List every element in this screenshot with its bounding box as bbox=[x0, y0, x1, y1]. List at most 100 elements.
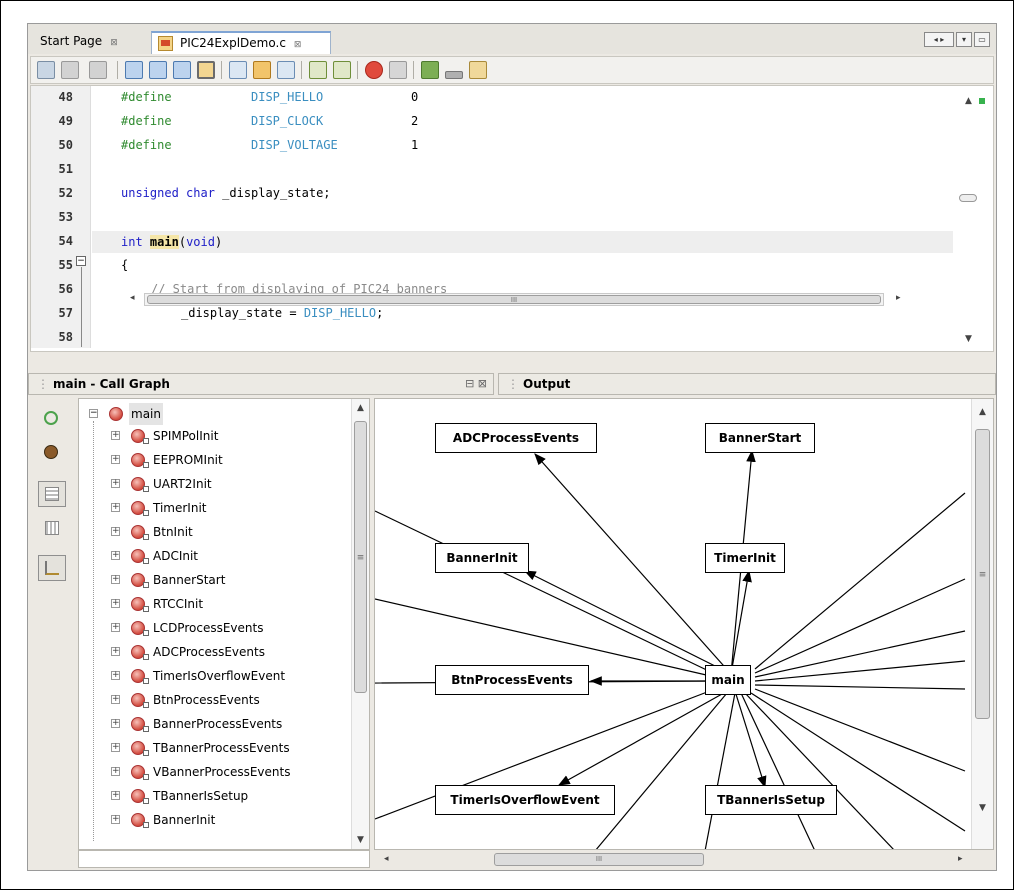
find-selection-icon[interactable] bbox=[125, 61, 143, 79]
graph-node-bannerinit[interactable]: BannerInit bbox=[435, 543, 529, 573]
line-number: 48 bbox=[58, 90, 73, 104]
scroll-down-icon[interactable]: ▼ bbox=[965, 334, 972, 344]
line-number: 58 bbox=[58, 330, 73, 344]
scroll-thumb[interactable]: III bbox=[147, 295, 881, 304]
code-line-57: _display_state = DISP_HELLO; bbox=[181, 306, 384, 320]
callees-view-icon[interactable] bbox=[38, 515, 66, 541]
start-macro-recording-icon[interactable] bbox=[365, 61, 383, 79]
line-number: 53 bbox=[58, 210, 73, 224]
graph-node-timerinit[interactable]: TimerInit bbox=[705, 543, 785, 573]
expand-icon[interactable]: + bbox=[111, 695, 120, 704]
scroll-left-icon[interactable]: ◂ bbox=[384, 854, 389, 864]
expand-icon[interactable]: + bbox=[111, 743, 120, 752]
build-icon[interactable] bbox=[421, 61, 439, 79]
scroll-down-icon[interactable]: ▼ bbox=[979, 803, 986, 813]
scroll-up-icon[interactable]: ▲ bbox=[357, 403, 364, 413]
tree-horizontal-scrollbar[interactable] bbox=[78, 850, 370, 868]
expand-icon[interactable]: + bbox=[111, 599, 120, 608]
editor-toolbar bbox=[30, 56, 994, 84]
scroll-thumb[interactable]: III bbox=[494, 853, 704, 866]
graph-node-adcprocessevents[interactable]: ADCProcessEvents bbox=[435, 423, 597, 453]
find-next-icon[interactable] bbox=[173, 61, 191, 79]
ide-window: Start Page ⊠ PIC24ExplDemo.c ⊠ ◂ ▸ ▾ ▭ 4… bbox=[27, 23, 997, 871]
shift-right-icon[interactable] bbox=[333, 61, 351, 79]
close-icon[interactable]: ⊠ bbox=[294, 40, 302, 50]
tab-label: PIC24ExplDemo.c bbox=[180, 36, 286, 50]
tab-pic24expldemo[interactable]: PIC24ExplDemo.c ⊠ bbox=[151, 31, 331, 54]
editor-vertical-scrollbar[interactable]: ▲ ▼ bbox=[953, 86, 993, 348]
fold-line bbox=[81, 267, 82, 347]
expand-icon[interactable]: + bbox=[111, 767, 120, 776]
tree-vertical-scrollbar[interactable]: ▲ ≡ ▼ bbox=[351, 399, 369, 849]
next-bookmark-icon[interactable] bbox=[253, 61, 271, 79]
line-number-gutter: 48 49 50 51 52 53 54 55 56 57 58 − bbox=[31, 86, 91, 348]
find-previous-icon[interactable] bbox=[149, 61, 167, 79]
graph-vertical-scrollbar[interactable]: ▲ ≡ ▼ bbox=[971, 399, 993, 849]
collapse-icon[interactable]: − bbox=[89, 409, 98, 418]
tree-guide-line bbox=[93, 421, 94, 841]
scroll-thumb[interactable]: ≡ bbox=[354, 421, 367, 693]
code-line-50: #define DISP_VOLTAGE 1 bbox=[121, 138, 419, 152]
forward-icon[interactable] bbox=[89, 61, 107, 79]
expand-icon[interactable]: + bbox=[111, 527, 120, 536]
expand-icon[interactable]: + bbox=[111, 647, 120, 656]
expand-icon[interactable]: + bbox=[111, 479, 120, 488]
editor-horizontal-scrollbar[interactable]: ◂ III ▸ bbox=[128, 291, 918, 307]
refresh-icon[interactable] bbox=[38, 405, 66, 431]
expand-icon[interactable]: + bbox=[111, 719, 120, 728]
stop-macro-recording-icon[interactable] bbox=[389, 61, 407, 79]
expand-icon[interactable]: + bbox=[111, 671, 120, 680]
uncomment-icon[interactable] bbox=[469, 61, 487, 79]
filter-icon[interactable] bbox=[38, 439, 66, 465]
callers-view-icon[interactable] bbox=[38, 481, 66, 507]
tab-start-page[interactable]: Start Page ⊠ bbox=[34, 31, 124, 54]
toggle-highlight-icon[interactable] bbox=[197, 61, 215, 79]
panel-header-buttons[interactable]: ⊟ ⊠ bbox=[465, 374, 487, 394]
graph-node-tbannerissetup[interactable]: TBannerIsSetup bbox=[705, 785, 837, 815]
scroll-right-icon[interactable]: ▸ bbox=[958, 854, 963, 864]
expand-icon[interactable]: + bbox=[111, 575, 120, 584]
close-icon[interactable]: ⊠ bbox=[110, 38, 118, 48]
scroll-tabs-button[interactable]: ◂ ▸ bbox=[924, 32, 954, 47]
code-line-54: int main(void) bbox=[121, 235, 223, 249]
previous-bookmark-icon[interactable] bbox=[229, 61, 247, 79]
scroll-left-icon[interactable]: ◂ bbox=[130, 293, 135, 303]
output-panel-header[interactable]: ⋮ Output bbox=[498, 373, 996, 395]
scroll-thumb[interactable]: ≡ bbox=[975, 429, 990, 719]
expand-icon[interactable]: + bbox=[111, 791, 120, 800]
call-graph-diagram[interactable]: ADCProcessEvents BannerStart BannerInit … bbox=[374, 398, 994, 850]
call-graph-tree[interactable]: − main + SPIMPolInit + EEPROMInit + UART2In… bbox=[78, 398, 370, 850]
scroll-right-icon[interactable]: ▸ bbox=[896, 293, 901, 303]
graph-node-btnprocessevents[interactable]: BtnProcessEvents bbox=[435, 665, 589, 695]
scroll-up-icon[interactable]: ▲ bbox=[979, 407, 986, 417]
expand-icon[interactable]: + bbox=[111, 623, 120, 632]
code-line-52: unsigned char _display_state; bbox=[121, 186, 331, 200]
back-icon[interactable] bbox=[61, 61, 79, 79]
scroll-marker[interactable] bbox=[959, 194, 977, 202]
show-opened-documents-button[interactable]: ▾ bbox=[956, 32, 972, 47]
expand-icon[interactable]: + bbox=[111, 455, 120, 464]
comment-icon[interactable] bbox=[445, 71, 463, 79]
maximize-button[interactable]: ▭ bbox=[974, 32, 990, 47]
scroll-down-icon[interactable]: ▼ bbox=[357, 835, 364, 845]
shift-left-icon[interactable] bbox=[309, 61, 327, 79]
toggle-bookmark-icon[interactable] bbox=[277, 61, 295, 79]
code-editor[interactable]: 48 49 50 51 52 53 54 55 56 57 58 − #defi… bbox=[30, 85, 994, 352]
expand-icon[interactable]: + bbox=[111, 551, 120, 560]
last-edit-icon[interactable] bbox=[37, 61, 55, 79]
graph-node-timerisoverflowevent[interactable]: TimerIsOverflowEvent bbox=[435, 785, 615, 815]
scroll-up-icon[interactable]: ▲ bbox=[965, 96, 972, 106]
expand-icon[interactable]: + bbox=[111, 503, 120, 512]
collapse-fold-icon[interactable]: − bbox=[76, 256, 86, 266]
graph-horizontal-scrollbar[interactable]: ◂ III ▸ bbox=[374, 851, 974, 869]
scroll-track[interactable]: III bbox=[144, 293, 884, 306]
line-number: 50 bbox=[58, 138, 73, 152]
call-graph-panel-header: ⋮ main - Call Graph ⊟ ⊠ bbox=[28, 373, 494, 395]
graph-node-main[interactable]: main bbox=[705, 665, 751, 695]
tree-layout-icon[interactable] bbox=[38, 555, 66, 581]
line-number: 56 bbox=[58, 282, 73, 296]
expand-icon[interactable]: + bbox=[111, 431, 120, 440]
line-number: 52 bbox=[58, 186, 73, 200]
graph-node-bannerstart[interactable]: BannerStart bbox=[705, 423, 815, 453]
expand-icon[interactable]: + bbox=[111, 815, 120, 824]
